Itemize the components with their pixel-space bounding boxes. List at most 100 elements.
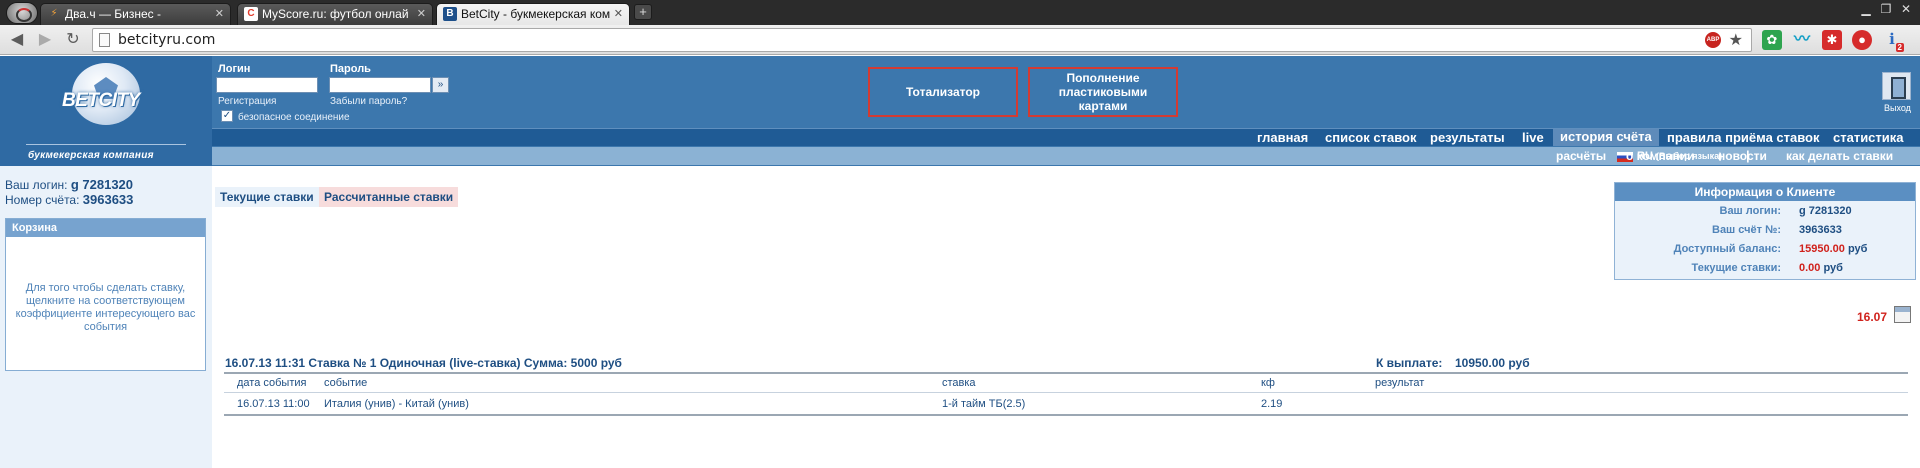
menu-item-account-history[interactable]: история счёта (1553, 129, 1659, 146)
client-row-current-bets: Текущие ставки: 0.00 руб (1615, 262, 1915, 280)
tab-settled-bets[interactable]: Рассчитанные ставки (319, 187, 459, 207)
secondary-menu: RU (Выбор языка) | расчёты о компании но… (212, 147, 1920, 165)
bet-row-date: 16.07.13 11:00 (237, 398, 310, 410)
betcity-icon: B (443, 7, 457, 21)
bet-row-coef: 2.19 (1261, 398, 1283, 410)
bet-bottom-divider (224, 414, 1908, 416)
client-info-title: Информация о Клиенте (1615, 183, 1915, 201)
menu-item-news[interactable]: новости (1718, 149, 1767, 163)
client-balance-label: Доступный баланс: (1673, 243, 1781, 255)
menu-item-results[interactable]: результаты (1430, 130, 1505, 145)
page: BETCITY букмекерская компания Логин Паро… (0, 56, 1920, 468)
minimize-icon[interactable]: ▁ (1856, 2, 1876, 16)
register-link[interactable]: Регистрация (218, 96, 276, 107)
col-stake: ставка (942, 377, 976, 389)
login-submit-button[interactable]: » (432, 77, 449, 93)
menu-item-settlements[interactable]: расчёты (1556, 149, 1606, 163)
forward-icon[interactable]: ▶ (34, 29, 56, 51)
totalizator-button[interactable]: Тотализатор (868, 67, 1018, 117)
logo-text: BETCITY (62, 90, 140, 111)
password-input[interactable] (329, 77, 431, 93)
secure-connection-label: безопасное соединение (238, 112, 350, 123)
bet-row-stake: 1-й тайм ТБ(2.5) (942, 398, 1026, 410)
col-coef: кф (1261, 377, 1275, 389)
exit-label[interactable]: Выход (1884, 103, 1911, 113)
bookmark-star-icon[interactable]: ★ (1729, 30, 1743, 50)
client-balance: 15950.00 руб (1799, 243, 1867, 255)
myscore-icon: C (244, 7, 258, 21)
tab-current-bets[interactable]: Текущие ставки (215, 187, 319, 207)
logo-divider (26, 144, 186, 145)
back-icon[interactable]: ◀ (6, 29, 28, 51)
extension-red-icon[interactable]: ✱ (1822, 30, 1842, 50)
browser-toolbar: ◀ ▶ ↻ betcityru.com ABP ★ ✿ 〰 ✱ ● ℹ2 (0, 25, 1920, 55)
card-topup-button[interactable]: Пополнение пластиковыми картами (1028, 67, 1178, 117)
new-tab-button[interactable]: + (634, 4, 652, 20)
col-result: результат (1375, 377, 1425, 389)
menu-item-how-to-bet[interactable]: как делать ставки (1786, 149, 1893, 163)
user-login-label: Ваш логин: (5, 178, 68, 192)
login-label: Логин (218, 63, 251, 75)
bet-row-event: Италия (унив) - Китай (унив) (324, 398, 469, 410)
address-bar[interactable]: betcityru.com ABP ★ (92, 28, 1752, 52)
user-account-line: Номер счёта: 3963633 (5, 192, 133, 207)
login-input[interactable] (216, 77, 318, 93)
extension-wave-icon[interactable]: 〰 (1792, 30, 1812, 50)
restore-icon[interactable]: ❐ (1876, 2, 1896, 16)
menu-item-bet-list[interactable]: список ставок (1325, 130, 1416, 145)
user-login-value: g 7281320 (70, 177, 134, 192)
logo[interactable]: BETCITY букмекерская компания (0, 56, 212, 166)
forgot-password-link[interactable]: Забыли пароль? (330, 96, 407, 107)
client-row-balance: Доступный баланс: 15950.00 руб (1615, 243, 1915, 261)
client-account-label: Ваш счёт №: (1712, 224, 1781, 236)
user-account-value: 3963633 (82, 192, 134, 207)
date-filter-value: 16.07 (1857, 310, 1888, 324)
col-event-date: дата события (237, 377, 307, 389)
browser-tab[interactable]: C MyScore.ru: футбол онлай ✕ (237, 3, 433, 25)
url-text: betcityru.com (118, 32, 216, 48)
browser-tabstrip: ⚡ Два.ч — Бизнес - ✕ C MyScore.ru: футбо… (0, 0, 1920, 25)
adblock-icon[interactable]: ABP (1705, 32, 1721, 48)
site-header: BETCITY букмекерская компания Логин Паро… (0, 56, 1920, 166)
client-account-value: 3963633 (1799, 224, 1842, 236)
logo-subtitle: букмекерская компания (28, 150, 154, 161)
client-row-login: Ваш логин: g 7281320 (1615, 205, 1915, 223)
menu-item-statistics[interactable]: статистика (1833, 130, 1904, 145)
browser-tab[interactable]: ⚡ Два.ч — Бизнес - ✕ (40, 3, 231, 25)
client-current-bets-value: 0.00 (1799, 262, 1821, 274)
menu-item-about[interactable]: о компании (1626, 149, 1694, 163)
extension-green-icon[interactable]: ✿ (1762, 30, 1782, 50)
menu-item-live[interactable]: live (1522, 130, 1544, 145)
lightning-icon: ⚡ (50, 8, 58, 19)
extension-badge-count: 2 (1895, 43, 1904, 52)
extension-shield-icon[interactable]: ● (1852, 30, 1872, 50)
extension-badge-icon[interactable]: ℹ2 (1882, 30, 1904, 52)
payout-label: К выплате: (1376, 356, 1443, 370)
client-current-bets-unit: руб (1823, 262, 1843, 274)
tab-close-icon[interactable]: ✕ (614, 4, 623, 25)
bet-header-divider (224, 392, 1908, 393)
client-info-panel: Информация о Клиенте Ваш логин: g 728132… (1614, 182, 1916, 280)
client-login-value: g 7281320 (1799, 205, 1852, 217)
window-close-icon[interactable]: ✕ (1896, 2, 1916, 16)
browser-menu-orb-icon[interactable] (6, 2, 38, 24)
main-menu: главная список ставок результаты live ис… (212, 128, 1920, 146)
user-login-line: Ваш логин: g 7281320 (5, 177, 133, 192)
client-row-account: Ваш счёт №: 3963633 (1615, 224, 1915, 242)
exit-icon[interactable] (1882, 72, 1911, 100)
bet-header: 16.07.13 11:31 Ставка № 1 Одиночная (liv… (225, 356, 622, 370)
password-label: Пароль (330, 63, 371, 75)
menu-item-home[interactable]: главная (1257, 130, 1308, 145)
tab-close-icon[interactable]: ✕ (215, 4, 224, 25)
col-event: событие (324, 377, 368, 389)
reload-icon[interactable]: ↻ (62, 29, 84, 51)
calendar-icon[interactable] (1894, 306, 1911, 323)
menu-item-rules[interactable]: правила приёма ставок (1667, 130, 1820, 145)
tab-close-icon[interactable]: ✕ (417, 4, 426, 25)
client-balance-value: 15950.00 (1799, 243, 1845, 255)
secure-connection-checkbox[interactable]: ✓ (221, 110, 233, 122)
bet-basket: Корзина Для того чтобы сделать ставку, щ… (5, 218, 206, 371)
browser-tab-active[interactable]: B BetCity - букмекерская ком ✕ (436, 3, 630, 25)
payout-value: 10950.00 руб (1455, 356, 1530, 370)
bet-top-divider (224, 372, 1908, 374)
